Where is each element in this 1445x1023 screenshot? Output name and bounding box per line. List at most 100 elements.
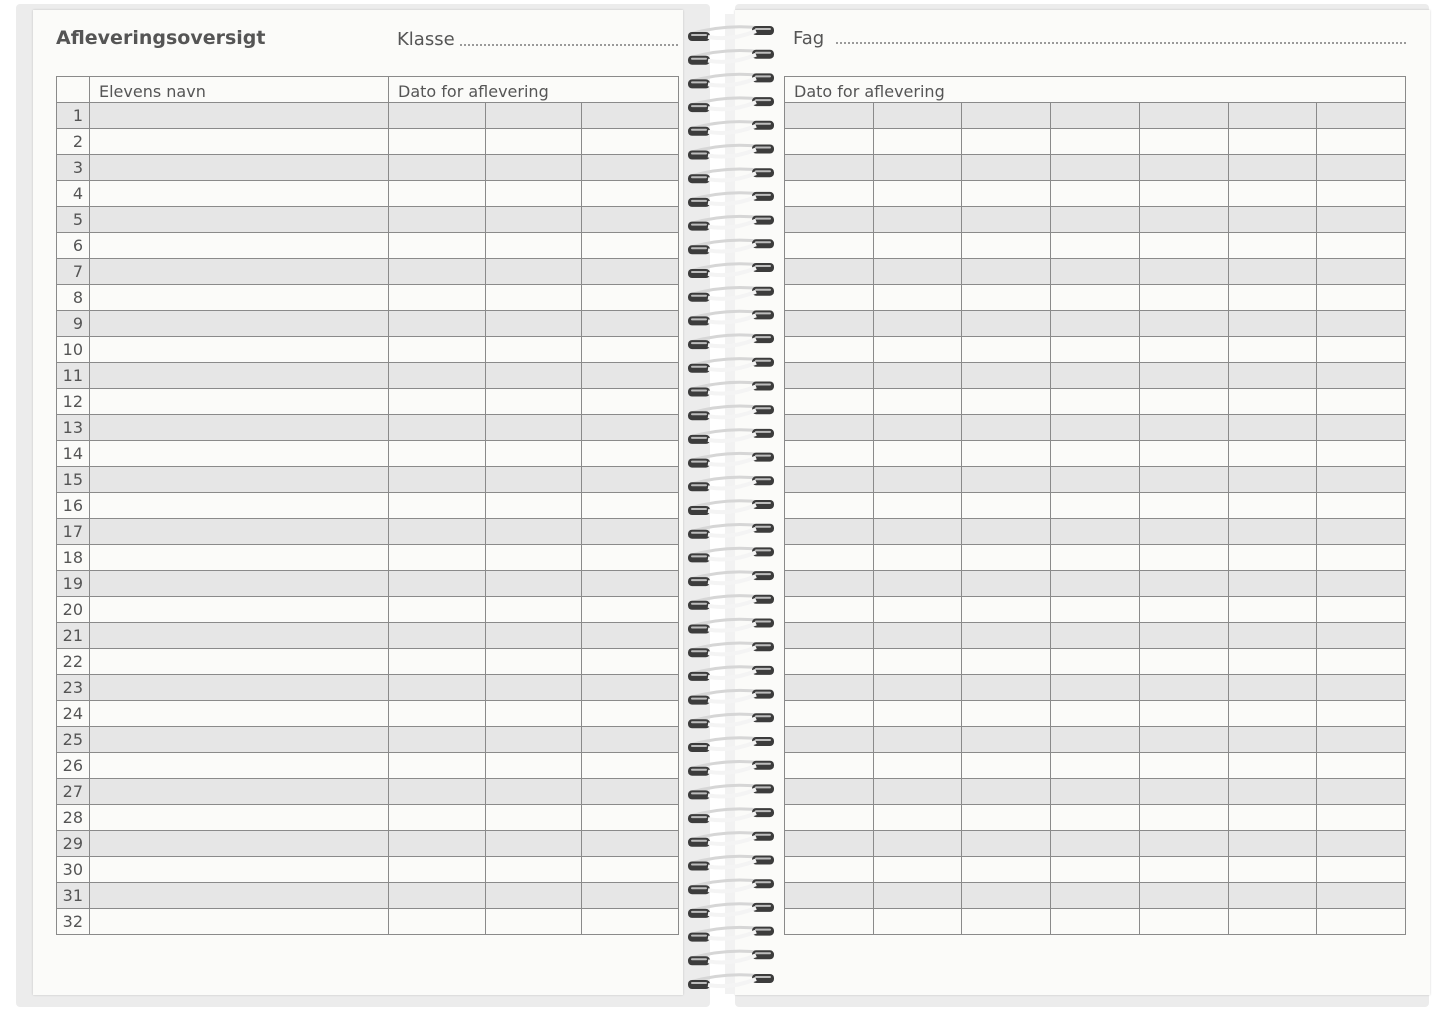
date-cell[interactable] [580, 622, 680, 649]
date-cell[interactable] [872, 128, 963, 155]
date-cell[interactable] [388, 778, 486, 805]
date-cell[interactable] [1138, 778, 1229, 805]
date-cell[interactable] [961, 778, 1052, 805]
date-cell[interactable] [1316, 154, 1406, 181]
date-cell[interactable] [961, 128, 1052, 155]
date-cell[interactable] [1227, 388, 1318, 415]
date-cell[interactable] [485, 674, 582, 701]
date-cell[interactable] [1316, 388, 1406, 415]
student-name-cell[interactable] [89, 752, 389, 779]
date-cell[interactable] [1050, 154, 1140, 181]
date-cell[interactable] [1227, 440, 1318, 467]
date-cell[interactable] [1138, 414, 1229, 441]
date-cell[interactable] [784, 466, 874, 493]
date-cell[interactable] [388, 440, 486, 467]
date-cell[interactable] [1227, 726, 1318, 753]
date-cell[interactable] [485, 310, 582, 337]
student-name-cell[interactable] [89, 336, 389, 363]
student-name-cell[interactable] [89, 726, 389, 753]
date-cell[interactable] [388, 596, 486, 623]
date-cell[interactable] [580, 388, 680, 415]
date-cell[interactable] [580, 596, 680, 623]
date-cell[interactable] [1050, 908, 1140, 935]
date-cell[interactable] [1316, 128, 1406, 155]
date-cell[interactable] [961, 518, 1052, 545]
date-cell[interactable] [485, 908, 582, 935]
date-cell[interactable] [784, 232, 874, 259]
date-cell[interactable] [961, 492, 1052, 519]
date-cell[interactable] [1316, 700, 1406, 727]
date-cell[interactable] [485, 284, 582, 311]
date-cell[interactable] [961, 726, 1052, 753]
date-cell[interactable] [1227, 518, 1318, 545]
date-cell[interactable] [1227, 544, 1318, 571]
date-cell[interactable] [784, 518, 874, 545]
date-cell[interactable] [1050, 466, 1140, 493]
student-name-cell[interactable] [89, 128, 389, 155]
student-name-cell[interactable] [89, 544, 389, 571]
date-cell[interactable] [1316, 570, 1406, 597]
date-cell[interactable] [961, 362, 1052, 389]
date-cell[interactable] [1316, 752, 1406, 779]
class-field-line[interactable] [460, 44, 678, 46]
date-cell[interactable] [1316, 414, 1406, 441]
date-cell[interactable] [872, 102, 963, 129]
date-cell[interactable] [961, 622, 1052, 649]
date-cell[interactable] [1138, 544, 1229, 571]
student-name-cell[interactable] [89, 596, 389, 623]
date-cell[interactable] [485, 232, 582, 259]
date-cell[interactable] [580, 544, 680, 571]
date-cell[interactable] [961, 180, 1052, 207]
date-cell[interactable] [1138, 570, 1229, 597]
date-cell[interactable] [1138, 180, 1229, 207]
date-cell[interactable] [1227, 570, 1318, 597]
date-cell[interactable] [485, 544, 582, 571]
date-cell[interactable] [1138, 700, 1229, 727]
date-cell[interactable] [872, 856, 963, 883]
student-name-cell[interactable] [89, 414, 389, 441]
student-name-cell[interactable] [89, 778, 389, 805]
date-cell[interactable] [1138, 804, 1229, 831]
date-cell[interactable] [784, 492, 874, 519]
date-cell[interactable] [784, 622, 874, 649]
student-name-cell[interactable] [89, 284, 389, 311]
date-cell[interactable] [388, 232, 486, 259]
student-name-cell[interactable] [89, 570, 389, 597]
date-cell[interactable] [961, 258, 1052, 285]
date-cell[interactable] [485, 336, 582, 363]
date-cell[interactable] [1316, 726, 1406, 753]
date-cell[interactable] [1138, 908, 1229, 935]
date-cell[interactable] [872, 752, 963, 779]
student-name-cell[interactable] [89, 804, 389, 831]
date-cell[interactable] [1050, 336, 1140, 363]
date-cell[interactable] [872, 804, 963, 831]
date-cell[interactable] [580, 362, 680, 389]
date-cell[interactable] [872, 908, 963, 935]
date-cell[interactable] [1316, 804, 1406, 831]
date-cell[interactable] [1138, 882, 1229, 909]
date-cell[interactable] [1050, 544, 1140, 571]
date-cell[interactable] [485, 648, 582, 675]
date-cell[interactable] [961, 700, 1052, 727]
date-cell[interactable] [485, 700, 582, 727]
date-cell[interactable] [580, 284, 680, 311]
date-cell[interactable] [961, 232, 1052, 259]
date-cell[interactable] [784, 856, 874, 883]
date-cell[interactable] [1316, 284, 1406, 311]
date-cell[interactable] [784, 362, 874, 389]
date-cell[interactable] [580, 440, 680, 467]
date-cell[interactable] [1050, 752, 1140, 779]
date-cell[interactable] [388, 674, 486, 701]
date-cell[interactable] [580, 570, 680, 597]
date-cell[interactable] [961, 154, 1052, 181]
date-cell[interactable] [872, 726, 963, 753]
date-cell[interactable] [1138, 622, 1229, 649]
date-cell[interactable] [784, 804, 874, 831]
date-cell[interactable] [1316, 362, 1406, 389]
date-cell[interactable] [485, 414, 582, 441]
date-cell[interactable] [485, 128, 582, 155]
date-cell[interactable] [1050, 258, 1140, 285]
date-cell[interactable] [961, 570, 1052, 597]
student-name-cell[interactable] [89, 882, 389, 909]
date-cell[interactable] [1316, 466, 1406, 493]
